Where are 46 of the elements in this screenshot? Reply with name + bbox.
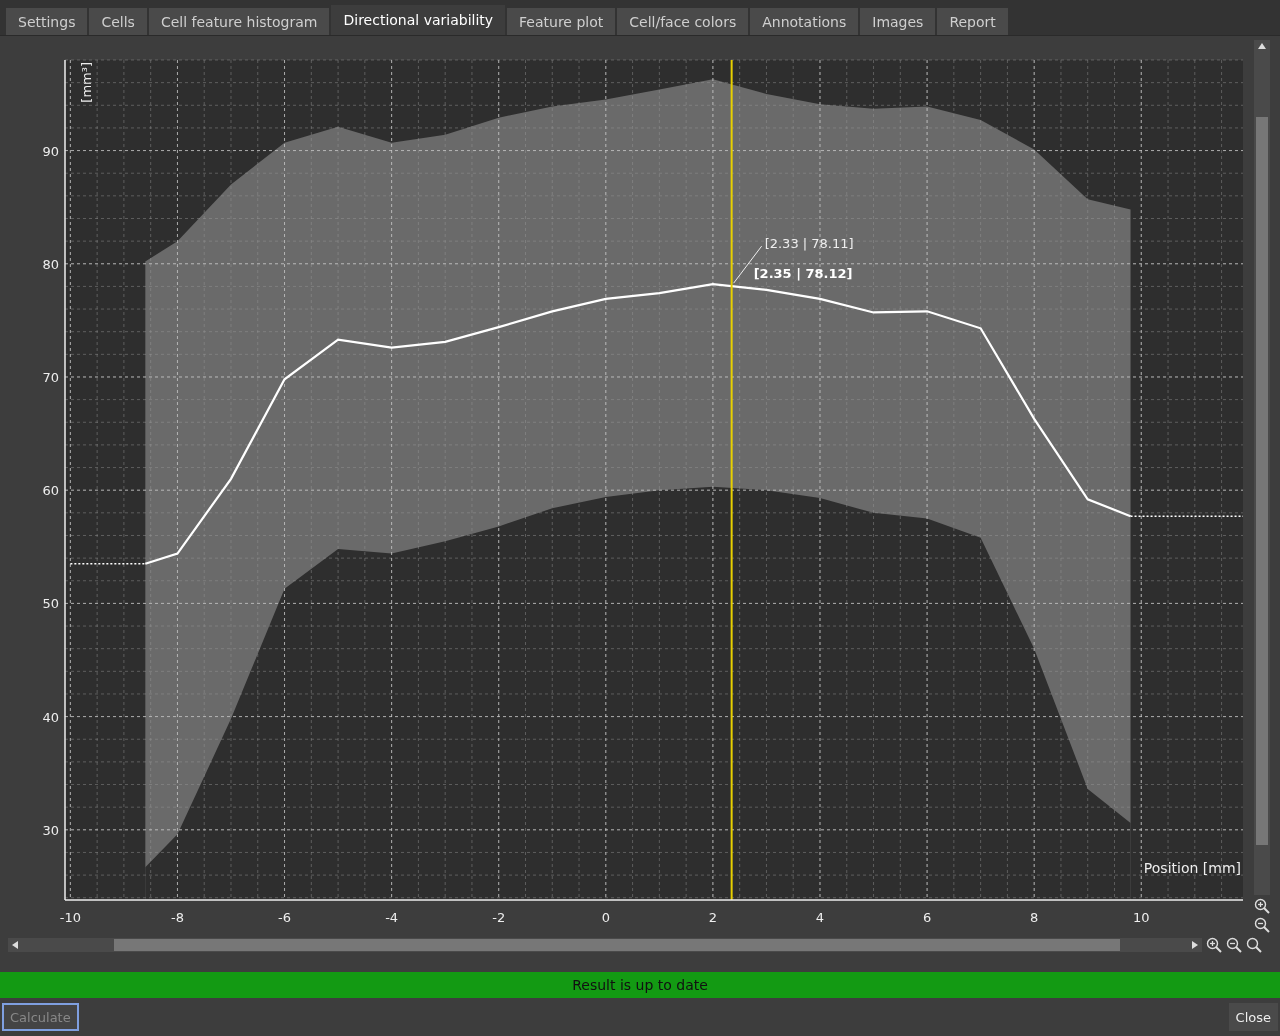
tick-label: 80 [42,256,59,272]
tick-label: 60 [42,483,59,499]
close-button[interactable]: Close [1228,1003,1278,1031]
tick-label: 30 [42,822,59,838]
point-value-label: [2.35 | 78.12] [753,266,853,282]
tab[interactable]: Cell feature histogram [148,8,330,35]
zoom-out-icon[interactable] [1226,937,1242,953]
tick-label: 8 [1030,910,1039,925]
scrollbar-thumb[interactable] [1256,117,1268,845]
search-icon[interactable] [1246,937,1262,953]
tick-label: 50 [42,596,59,612]
tick-label: 70 [42,370,59,385]
tab[interactable]: Feature plot [507,8,616,35]
tick-label: 90 [42,143,59,159]
tab[interactable]: Cell/face colors [617,8,749,35]
tab[interactable]: Annotations [750,8,859,35]
tick-label: -2 [492,910,506,925]
tick-label: -4 [385,910,399,925]
scrollbar-thumb[interactable] [114,939,1120,951]
tab[interactable]: Directional variability [331,5,506,35]
tick-label: 6 [922,910,932,925]
tab[interactable]: Images [860,8,936,35]
scroll-left-arrow-icon[interactable] [12,941,18,949]
scroll-up-arrow-icon[interactable] [1258,43,1266,49]
vertical-scrollbar[interactable] [1254,40,1270,895]
zoom-in-icon[interactable] [1206,937,1222,953]
tick-label: -6 [278,910,291,925]
tick-label: 4 [815,910,825,925]
tick-label: -10 [59,910,81,925]
tick-label: -8 [170,910,184,925]
crosshair-line[interactable] [730,59,733,901]
tab[interactable]: Cells [89,8,147,35]
tick-label: 0 [601,910,610,925]
zoom-out-icon[interactable] [1254,917,1270,933]
tick-label: 40 [42,709,59,725]
tab[interactable]: Settings [6,8,88,35]
tab[interactable]: Report [937,8,1008,35]
y-axis-label: [mm³] [79,62,94,103]
x-axis-label: Position [mm] [1143,860,1241,876]
zoom-in-icon[interactable] [1254,898,1270,914]
cursor-value-label: [2.33 | 78.11] [764,236,854,252]
tick-label: 2 [708,910,718,925]
scroll-right-arrow-icon[interactable] [1192,941,1198,949]
tick-label: 10 [1133,910,1150,925]
horizontal-scrollbar[interactable] [8,938,1202,952]
status-bar: Result is up to date [0,972,1280,998]
